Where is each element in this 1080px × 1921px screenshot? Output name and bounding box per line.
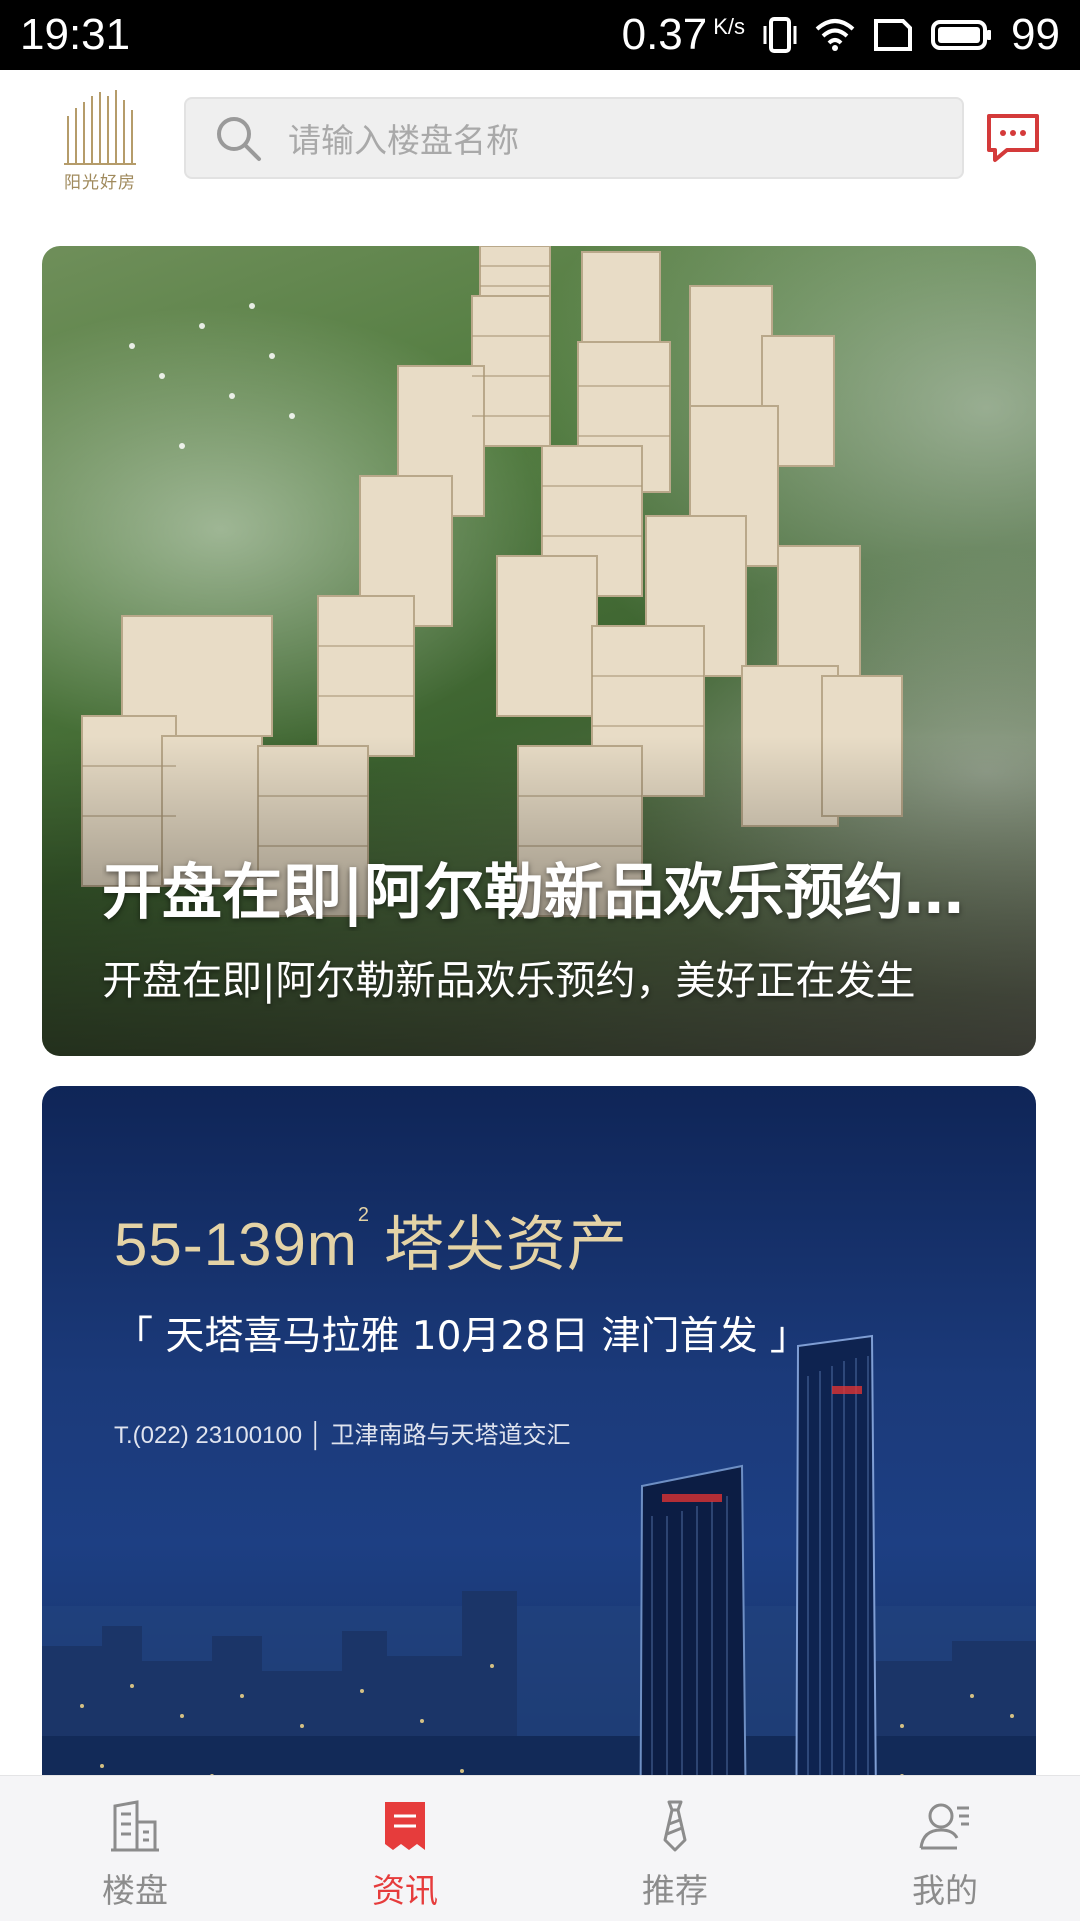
vibrate-icon: [763, 16, 797, 54]
logo-text: 阳光好房: [64, 173, 136, 193]
nav-item-recommend[interactable]: 推荐: [540, 1776, 810, 1921]
ad-headline-area: 55-139m: [114, 1211, 358, 1278]
network-speed: 0.37 K/s: [622, 10, 745, 60]
nav-item-news[interactable]: 资讯: [270, 1776, 540, 1921]
status-indicators: 0.37 K/s 99: [622, 8, 1060, 62]
nav-label-listings: 楼盘: [102, 1871, 168, 1910]
battery-level: 99: [1011, 10, 1060, 59]
logo-building-icon: [64, 90, 136, 165]
sim-icon: [873, 18, 913, 52]
search-icon: [214, 112, 266, 164]
ad-text-block: 55-139m2 塔尖资产 「 天塔喜马拉雅 10月28日 津门首发 」 T.(0…: [114, 1196, 809, 1450]
app-header: 阳光好房 请输入楼盘名称: [0, 70, 1080, 210]
network-speed-unit: K/s: [713, 14, 746, 39]
ad-headline-tail: 塔尖资产: [383, 1211, 628, 1278]
news-card-title: 开盘在即|阿尔勒新品欢乐预约，美好正在发生: [102, 858, 982, 928]
ad-headline: 55-139m2 塔尖资产: [114, 1196, 809, 1283]
nav-label-news: 资讯: [372, 1871, 438, 1910]
ad-headline-sup: 2: [357, 1204, 370, 1226]
nav-item-profile[interactable]: 我的: [810, 1776, 1080, 1921]
nav-label-profile: 我的: [912, 1871, 978, 1910]
news-card[interactable]: 开盘在即|阿尔勒新品欢乐预约，美好正在发生 开盘在即|阿尔勒新品欢乐预约，美好正…: [42, 246, 1036, 1056]
network-speed-value: 0.37: [621, 10, 708, 59]
battery-icon: [931, 18, 993, 52]
bottom-nav: 楼盘 资讯 推荐 我的: [0, 1775, 1080, 1921]
search-input[interactable]: 请输入楼盘名称: [184, 97, 964, 179]
nav-label-recommend: 推荐: [642, 1871, 708, 1910]
building-icon: [111, 1800, 159, 1852]
status-time: 19:31: [20, 10, 131, 59]
news-icon: [385, 1802, 425, 1850]
wifi-icon: [815, 17, 855, 53]
ad-subheadline: 「 天塔喜马拉雅 10月28日 津门首发 」: [114, 1314, 809, 1359]
profile-icon: [919, 1803, 969, 1850]
status-bar: 19:31 0.37 K/s 99: [0, 0, 1080, 70]
nav-item-listings[interactable]: 楼盘: [0, 1776, 270, 1921]
news-card-subtitle: 开盘在即|阿尔勒新品欢乐预约，美好正在发生: [102, 958, 916, 1004]
search-placeholder: 请输入楼盘名称: [288, 121, 519, 160]
tie-icon: [663, 1800, 687, 1852]
app-logo[interactable]: 阳光好房: [52, 86, 148, 194]
message-icon[interactable]: [985, 110, 1041, 166]
ad-contact: T.(022) 23100100 │ 卫津南路与天塔道交汇: [114, 1422, 571, 1449]
